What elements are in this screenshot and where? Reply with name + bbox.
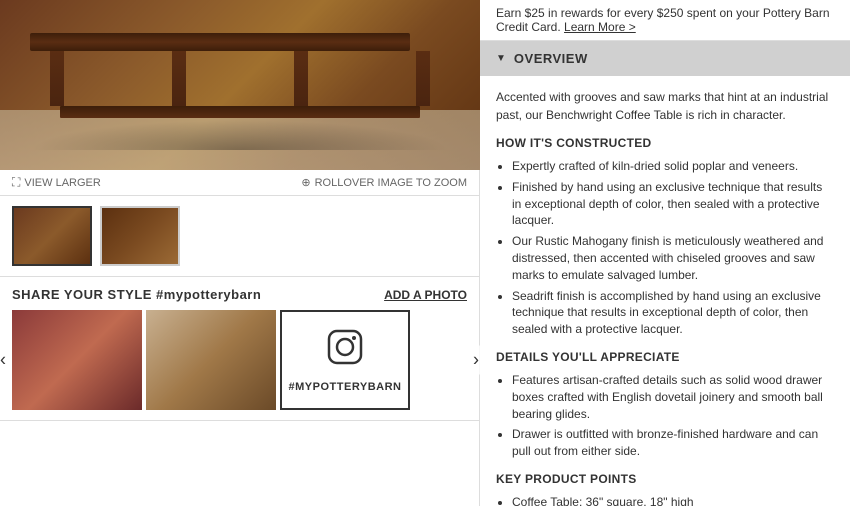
details-item-1: Features artisan-crafted details such as… <box>512 372 834 422</box>
overview-title: OVERVIEW <box>514 51 588 66</box>
construction-item-3: Our Rustic Mahogany finish is meticulous… <box>512 233 834 283</box>
thumbnail-strip <box>0 196 479 277</box>
key-point-1: Coffee Table: 36" square, 18" high <box>512 494 834 506</box>
key-points-list: Coffee Table: 36" square, 18" high Adjus… <box>496 494 834 506</box>
overview-accordion: ▼ OVERVIEW Accented with grooves and saw… <box>480 41 850 506</box>
rollover-zoom-button: ⊕ ROLLOVER IMAGE TO ZOOM <box>301 176 467 189</box>
construction-list: Expertly crafted of kiln-dried solid pop… <box>496 158 834 338</box>
zoom-icon: ⊕ <box>301 176 310 189</box>
key-points-subtitle: KEY PRODUCT POINTS <box>496 470 834 488</box>
instagram-icon <box>325 327 365 375</box>
share-title: SHARE YOUR STYLE #mypotterybarn <box>12 287 261 302</box>
construction-subtitle: HOW IT'S CONSTRUCTED <box>496 134 834 152</box>
view-larger-label: VIEW LARGER <box>24 177 100 189</box>
instagram-label: #MYPOTTERYBARN <box>289 381 402 393</box>
expand-icon: ⛶ <box>12 175 20 190</box>
rewards-bar: Earn $25 in rewards for every $250 spent… <box>480 0 850 41</box>
overview-content: Accented with grooves and saw marks that… <box>480 76 850 506</box>
details-subtitle: DETAILS YOU'LL APPRECIATE <box>496 348 834 366</box>
construction-item-2: Finished by hand using an exclusive tech… <box>512 179 834 229</box>
user-photo-2 <box>146 310 276 410</box>
image-controls: ⛶ VIEW LARGER ⊕ ROLLOVER IMAGE TO ZOOM <box>0 170 479 196</box>
overview-arrow: ▼ <box>496 53 506 64</box>
view-larger-button[interactable]: ⛶ VIEW LARGER <box>12 175 101 190</box>
instagram-cta[interactable]: #MYPOTTERYBARN <box>280 310 410 410</box>
next-arrow[interactable]: › <box>471 346 481 375</box>
prev-arrow[interactable]: ‹ <box>0 346 8 375</box>
left-panel: ⛶ VIEW LARGER ⊕ ROLLOVER IMAGE TO ZOOM S… <box>0 0 480 506</box>
rewards-text: Earn $25 in rewards for every $250 spent… <box>496 6 830 34</box>
photo-grid: ‹ #MYPOTTERYBARN <box>12 310 467 410</box>
main-product-image <box>0 0 480 170</box>
thumbnail-1[interactable] <box>12 206 92 266</box>
details-item-2: Drawer is outfitted with bronze-finished… <box>512 426 834 460</box>
add-photo-link[interactable]: ADD A PHOTO <box>384 288 467 302</box>
rewards-link[interactable]: Learn More > <box>564 20 636 34</box>
construction-item-4: Seadrift finish is accomplished by hand … <box>512 288 834 338</box>
share-section: SHARE YOUR STYLE #mypotterybarn ADD A PH… <box>0 277 479 421</box>
rollover-zoom-label: ROLLOVER IMAGE TO ZOOM <box>315 177 467 189</box>
details-list: Features artisan-crafted details such as… <box>496 372 834 460</box>
user-photo-1 <box>12 310 142 410</box>
thumbnail-2[interactable] <box>100 206 180 266</box>
right-panel: Earn $25 in rewards for every $250 spent… <box>480 0 850 506</box>
overview-intro: Accented with grooves and saw marks that… <box>496 88 834 124</box>
overview-header[interactable]: ▼ OVERVIEW <box>480 41 850 76</box>
construction-item-1: Expertly crafted of kiln-dried solid pop… <box>512 158 834 175</box>
